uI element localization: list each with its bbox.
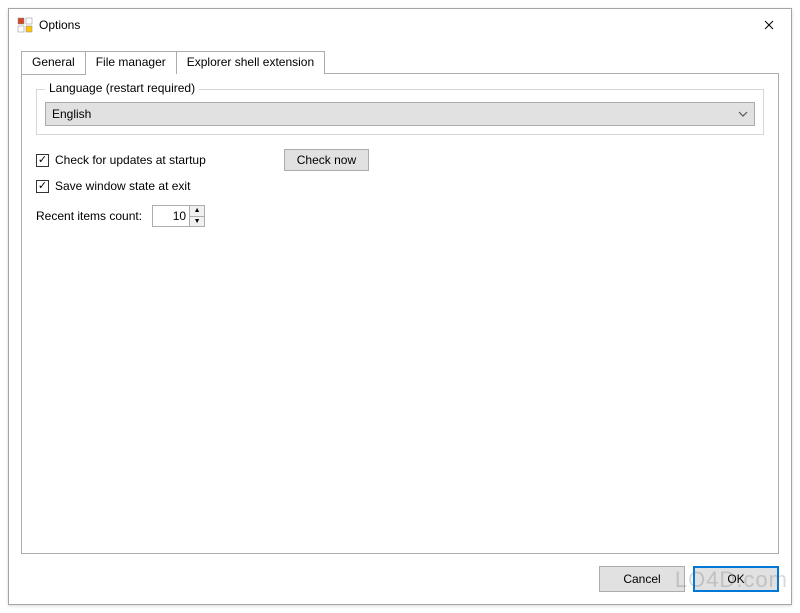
titlebar: Options xyxy=(9,9,791,40)
check-updates-checkbox[interactable]: ✓ xyxy=(36,154,49,167)
cancel-button[interactable]: Cancel xyxy=(599,566,685,592)
chevron-down-icon xyxy=(738,109,748,120)
recent-items-row: Recent items count: 10 ▲ ▼ xyxy=(36,205,764,227)
tab-file-manager[interactable]: File manager xyxy=(85,51,177,74)
language-group: Language (restart required) English xyxy=(36,89,764,135)
tab-panel-general: Language (restart required) English ✓ Ch… xyxy=(21,73,779,554)
recent-items-label: Recent items count: xyxy=(36,209,142,223)
app-icon xyxy=(17,17,33,33)
check-updates-label: Check for updates at startup xyxy=(55,153,206,167)
recent-items-value[interactable]: 10 xyxy=(153,206,189,226)
tab-explorer-shell[interactable]: Explorer shell extension xyxy=(176,51,325,74)
spinner-buttons: ▲ ▼ xyxy=(189,206,204,226)
spinner-up-button[interactable]: ▲ xyxy=(190,206,204,217)
save-window-label: Save window state at exit xyxy=(55,179,190,193)
tab-strip: General File manager Explorer shell exte… xyxy=(21,51,779,74)
save-window-checkbox[interactable]: ✓ xyxy=(36,180,49,193)
dialog-footer: Cancel OK xyxy=(599,566,779,592)
close-icon xyxy=(764,20,774,30)
language-legend: Language (restart required) xyxy=(45,81,199,95)
options-dialog: Options General File manager Explorer sh… xyxy=(8,8,792,605)
recent-items-spinner[interactable]: 10 ▲ ▼ xyxy=(152,205,205,227)
window-title: Options xyxy=(39,18,746,32)
check-updates-option[interactable]: ✓ Check for updates at startup xyxy=(36,153,206,167)
spinner-down-button[interactable]: ▼ xyxy=(190,217,204,227)
content-area: General File manager Explorer shell exte… xyxy=(21,51,779,554)
language-select[interactable]: English xyxy=(45,102,755,126)
ok-button[interactable]: OK xyxy=(693,566,779,592)
check-updates-row: ✓ Check for updates at startup Check now xyxy=(36,149,764,171)
checkmark-icon: ✓ xyxy=(38,181,47,192)
tab-general[interactable]: General xyxy=(21,51,86,75)
close-button[interactable] xyxy=(746,10,791,39)
language-selected: English xyxy=(52,107,91,121)
check-now-button[interactable]: Check now xyxy=(284,149,369,171)
save-window-option[interactable]: ✓ Save window state at exit xyxy=(36,179,190,193)
save-window-row: ✓ Save window state at exit xyxy=(36,179,764,193)
checkmark-icon: ✓ xyxy=(38,155,47,166)
